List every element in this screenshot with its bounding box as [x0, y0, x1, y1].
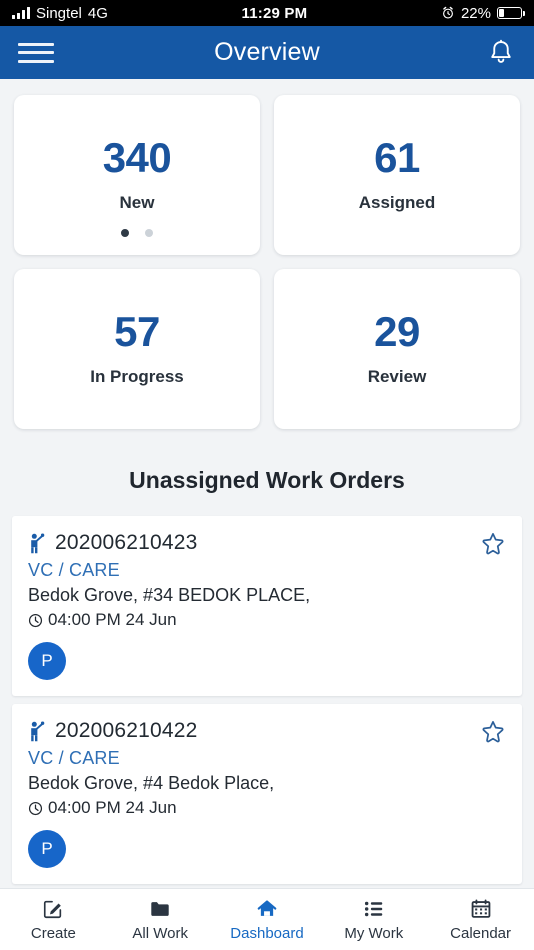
signal-bars-icon	[12, 7, 30, 19]
stat-value: 340	[102, 134, 172, 181]
stat-card-in-progress[interactable]: 57 In Progress	[14, 269, 260, 429]
stat-card-assigned[interactable]: 61 Assigned	[274, 95, 520, 255]
nav-item-all-work[interactable]: All Work	[107, 898, 214, 942]
work-order-card[interactable]: 202006210422 VC / CARE Bedok Grove, #4 B…	[12, 704, 522, 884]
stat-card-review[interactable]: 29 Review	[274, 269, 520, 429]
status-bar: Singtel 4G 11:29 PM 22%	[0, 0, 534, 26]
stat-label: Review	[367, 367, 427, 386]
avatar[interactable]: P	[28, 642, 66, 680]
work-order-header: 202006210423	[28, 530, 506, 556]
pager-dot-active[interactable]	[121, 229, 129, 237]
pager-dot[interactable]	[145, 229, 153, 237]
carousel-pager	[14, 229, 260, 237]
work-order-id-group: 202006210423	[28, 531, 198, 555]
work-order-id-group: 202006210422	[28, 719, 198, 743]
mobile-screen: Singtel 4G 11:29 PM 22% Overview 340 New…	[0, 0, 534, 950]
carrier-label: Singtel	[36, 4, 82, 22]
alarm-clock-icon	[442, 6, 453, 19]
stat-card-new[interactable]: 340 New	[14, 95, 260, 255]
stat-value: 57	[114, 308, 160, 355]
stat-label: New	[119, 193, 155, 212]
list-icon	[362, 898, 386, 920]
work-order-address: Bedok Grove, #4 Bedok Place,	[28, 773, 275, 793]
network-type-label: 4G	[87, 4, 108, 22]
status-bar-clock: 11:29 PM	[241, 4, 308, 22]
bottom-navigation: Create All Work Dashboard My Work Calend…	[0, 888, 534, 950]
nav-label: My Work	[344, 924, 404, 942]
star-outline-icon[interactable]	[480, 530, 506, 556]
worker-person-icon	[31, 533, 45, 554]
section-heading: Unassigned Work Orders	[129, 467, 405, 493]
nav-item-calendar[interactable]: Calendar	[427, 898, 534, 942]
nav-item-dashboard[interactable]: Dashboard	[214, 898, 321, 942]
bell-icon[interactable]	[486, 38, 516, 68]
page-title: Overview	[214, 38, 320, 66]
work-order-card[interactable]: 202006210423 VC / CARE Bedok Grove, #34 …	[12, 516, 522, 696]
stat-label: Assigned	[358, 193, 436, 212]
stat-value: 29	[374, 308, 420, 355]
folder-icon	[148, 898, 172, 920]
star-outline-icon[interactable]	[480, 718, 506, 744]
calendar-icon	[469, 898, 493, 920]
work-order-id: 202006210422	[55, 719, 198, 742]
status-bar-right: 22%	[441, 4, 525, 22]
work-order-time: 04:00 PM 24 Jun	[48, 610, 177, 629]
work-order-time-row: 04:00 PM 24 Jun	[28, 610, 506, 630]
status-bar-left: Singtel 4G	[12, 5, 108, 22]
pencil-square-icon	[41, 898, 65, 920]
work-orders-list: 202006210423 VC / CARE Bedok Grove, #34 …	[0, 516, 534, 888]
work-order-id: 202006210423	[55, 531, 198, 554]
avatar[interactable]: P	[28, 830, 66, 868]
stat-label: In Progress	[90, 367, 184, 386]
nav-label: All Work	[132, 924, 188, 942]
stat-value: 61	[374, 134, 420, 181]
nav-label: Dashboard	[230, 924, 304, 942]
work-order-time-row: 04:00 PM 24 Jun	[28, 798, 506, 818]
work-order-type: VC / CARE	[28, 560, 120, 580]
main-content: 340 New 61 Assigned 57 In Progress 29 Re…	[0, 79, 534, 888]
home-icon	[255, 898, 279, 920]
nav-item-create[interactable]: Create	[0, 898, 107, 942]
work-order-type: VC / CARE	[28, 748, 120, 768]
battery-percent-label: 22%	[460, 4, 491, 22]
work-order-time: 04:00 PM 24 Jun	[48, 798, 177, 817]
hamburger-menu-icon[interactable]	[18, 40, 54, 66]
stats-grid: 340 New 61 Assigned 57 In Progress 29 Re…	[0, 79, 534, 429]
worker-person-icon	[31, 721, 45, 742]
clock-icon	[28, 801, 43, 815]
work-order-address: Bedok Grove, #34 BEDOK PLACE,	[28, 585, 311, 605]
work-order-header: 202006210422	[28, 718, 506, 744]
battery-icon	[496, 7, 525, 19]
nav-label: Calendar	[450, 924, 512, 942]
nav-item-my-work[interactable]: My Work	[320, 898, 427, 942]
clock-icon	[28, 613, 43, 627]
app-bar: Overview	[0, 26, 534, 79]
nav-label: Create	[30, 924, 76, 942]
